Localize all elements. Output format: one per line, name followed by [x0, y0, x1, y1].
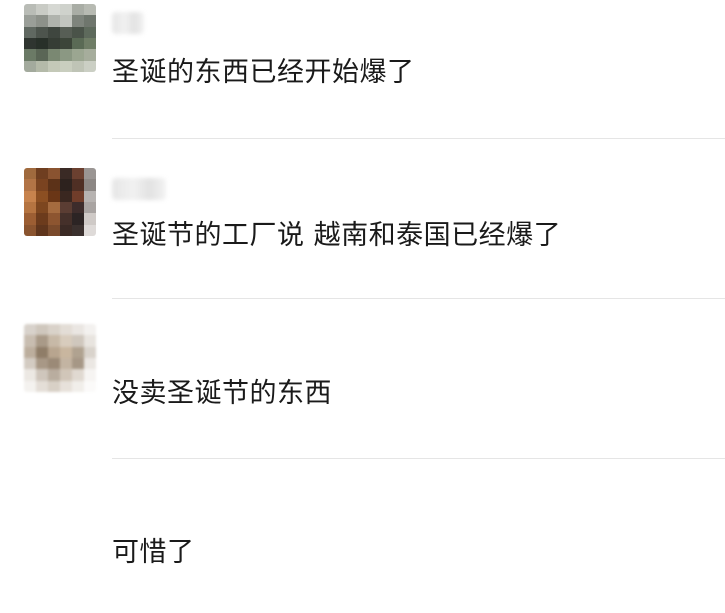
username-blurred[interactable] — [112, 12, 144, 34]
username-blurred[interactable] — [112, 178, 166, 200]
comment-text: 没卖圣诞节的东西 — [112, 378, 332, 409]
comment-text: 圣诞的东西已经开始爆了 — [112, 57, 415, 88]
comment-text: 可惜了 — [112, 537, 195, 568]
comment-item: 圣诞的东西已经开始爆了 — [0, 0, 725, 140]
comment-item: 圣诞节的工厂说 越南和泰国已经爆了 — [0, 160, 725, 300]
divider — [112, 138, 725, 139]
comment-text: 圣诞节的工厂说 越南和泰国已经爆了 — [112, 220, 562, 251]
avatar[interactable] — [24, 324, 96, 392]
comment-item: 可惜了 — [0, 478, 725, 613]
avatar[interactable] — [24, 168, 96, 236]
avatar[interactable] — [24, 4, 96, 72]
comment-item: 没卖圣诞节的东西 — [0, 318, 725, 458]
comment-feed: 圣诞的东西已经开始爆了 圣诞节的工厂说 越南和泰国已经爆了 没卖圣诞节的东西 可 — [0, 0, 725, 613]
divider — [112, 458, 725, 459]
divider — [112, 298, 725, 299]
